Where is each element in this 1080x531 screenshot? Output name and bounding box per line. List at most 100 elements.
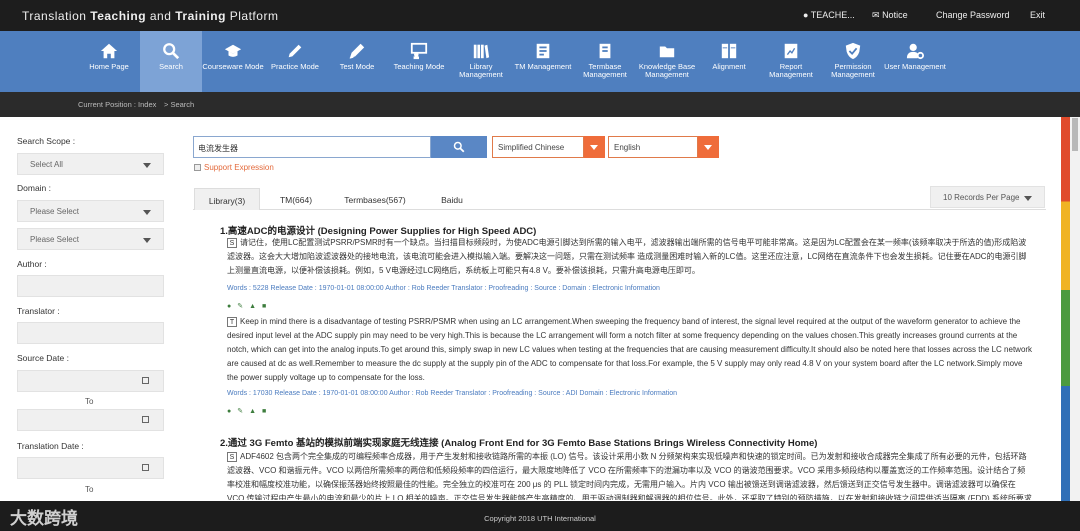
calendar-icon xyxy=(142,377,149,384)
grid-icon[interactable]: ■ xyxy=(262,408,272,415)
result-source-text: S ADF4602 包含两个完全集成的可编程频率合成器，用于产生发射和接收链路所需… xyxy=(227,450,1033,500)
calendar-icon xyxy=(142,416,149,423)
result-action-icons: ●✎▲■ xyxy=(227,407,272,415)
notice-link[interactable]: ✉ Notice xyxy=(872,10,908,21)
grid-icon[interactable]: ■ xyxy=(262,303,272,310)
nav-user-management[interactable]: User Management xyxy=(884,31,946,92)
user-icon[interactable]: ● xyxy=(227,303,237,310)
library-icon xyxy=(473,44,490,59)
user-gear-icon xyxy=(906,43,924,60)
pen-icon xyxy=(349,43,365,59)
nav-label: Search xyxy=(159,62,183,71)
teacher-icon xyxy=(410,42,428,60)
nav-permission-management[interactable]: Permission Management xyxy=(822,31,884,92)
scrollbar-track[interactable] xyxy=(1070,117,1080,501)
nav-knowledge-base-management[interactable]: Knowledge Base Management xyxy=(636,31,698,92)
source-date-from[interactable] xyxy=(17,370,164,392)
report-icon xyxy=(784,43,798,59)
tab-library[interactable]: Library(3) xyxy=(194,188,260,210)
nav-label: Courseware Mode xyxy=(202,62,264,71)
author-label: Author : xyxy=(17,259,47,269)
author-input[interactable] xyxy=(17,275,164,297)
copyright-text: Copyright 2018 UTH International xyxy=(484,514,596,523)
scrollbar-thumb[interactable] xyxy=(1072,118,1078,151)
nav-alignment[interactable]: Alignment xyxy=(698,31,760,92)
filter-sidebar: Search Scope : Select All Domain : Pleas… xyxy=(0,117,180,501)
result-title[interactable]: 1.高速ADC的电源设计 (Designing Power Supplies f… xyxy=(220,223,536,237)
source-language-toggle[interactable] xyxy=(584,136,605,158)
translation-date-from[interactable] xyxy=(17,457,164,479)
nav-teaching-mode[interactable]: Teaching Mode xyxy=(388,31,450,92)
source-tag: S xyxy=(227,238,237,248)
pencil-icon xyxy=(288,44,302,58)
support-expression-checkbox[interactable]: Support Expression xyxy=(194,163,274,172)
domain-select-value: Please Select xyxy=(30,235,79,244)
source-language-select[interactable]: Simplified Chinese xyxy=(492,136,584,158)
nav-tm-management[interactable]: TM Management xyxy=(512,31,574,92)
nav-test-mode[interactable]: Test Mode xyxy=(326,31,388,92)
tm-icon xyxy=(536,43,550,59)
title-part: and xyxy=(146,9,176,23)
tab-termbases[interactable]: Termbases(567) xyxy=(333,188,417,210)
search-input[interactable]: 电流发生器 xyxy=(193,136,431,158)
nav-practice-mode[interactable]: Practice Mode xyxy=(264,31,326,92)
chevron-down-icon xyxy=(143,210,151,215)
side-color-stripe xyxy=(1061,117,1070,501)
nav-search[interactable]: Search xyxy=(140,31,202,92)
envelope-icon: ✉ xyxy=(872,10,880,20)
notice-label: Notice xyxy=(882,10,908,20)
source-text: 请记住，使用LC配置测试PSRR/PSMR时有一个缺点。当扫描目标频段时，为使A… xyxy=(227,238,1027,275)
translator-input[interactable] xyxy=(17,322,164,344)
nav-home-page[interactable]: Home Page xyxy=(78,31,140,92)
translator-label: Translator : xyxy=(17,306,60,316)
to-label: To xyxy=(85,397,94,406)
title-part: Training xyxy=(175,9,226,23)
result-action-icons: ●✎▲■ xyxy=(227,302,272,310)
nav-label: Teaching Mode xyxy=(393,62,445,71)
tab-tm[interactable]: TM(664) xyxy=(266,188,326,210)
result-source-text: S 请记住，使用LC配置测试PSRR/PSMR时有一个缺点。当扫描目标频段时，为使… xyxy=(227,236,1033,278)
breadcrumb-index[interactable]: Current Position : Index xyxy=(78,100,156,109)
search-scope-select[interactable]: Select All xyxy=(17,153,164,175)
exit-link[interactable]: Exit xyxy=(1030,10,1045,20)
result-target-text: T Keep in mind there is a disadvantage of… xyxy=(227,315,1033,385)
target-language-toggle[interactable] xyxy=(698,136,719,158)
search-button[interactable] xyxy=(431,136,487,158)
domain-select-2[interactable]: Please Select xyxy=(17,228,164,250)
graduation-cap-icon xyxy=(224,44,242,57)
change-password-link[interactable]: Change Password xyxy=(936,10,1010,20)
result-source-meta: Words : 5228 Release Date : 1970-01-01 0… xyxy=(227,285,660,292)
alignment-icon xyxy=(721,43,737,59)
breadcrumb: Current Position : Index > Search xyxy=(0,92,1080,117)
breadcrumb-current: > Search xyxy=(164,100,195,109)
graduation-cap-icon[interactable]: ▲ xyxy=(249,408,262,415)
result-title[interactable]: 2.通过 3G Femto 基站的模拟前端实现家庭无线连接 (Analog Fr… xyxy=(220,435,817,449)
folder-icon xyxy=(659,46,675,58)
nav-label: Practice Mode xyxy=(271,62,319,71)
source-date-to[interactable] xyxy=(17,409,164,431)
edit-icon[interactable]: ✎ xyxy=(237,303,249,310)
records-per-page-select[interactable]: 10 Records Per Page xyxy=(930,186,1045,208)
graduation-cap-icon[interactable]: ▲ xyxy=(249,303,262,310)
nav-report-management[interactable]: Report Management xyxy=(760,31,822,92)
search-scope-value: Select All xyxy=(30,160,63,169)
nav-library-management[interactable]: Library Management xyxy=(450,31,512,92)
target-language-select[interactable]: English xyxy=(608,136,698,158)
nav-label: Report Management xyxy=(769,62,813,79)
tab-baidu[interactable]: Baidu xyxy=(424,188,480,210)
nav-label: Termbase Management xyxy=(583,62,627,79)
domain-select-1[interactable]: Please Select xyxy=(17,200,164,222)
target-text: Keep in mind there is a disadvantage of … xyxy=(227,317,1033,382)
nav-courseware-mode[interactable]: Courseware Mode xyxy=(202,31,264,92)
nav-label: Test Mode xyxy=(339,62,375,71)
user-icon[interactable]: ● xyxy=(227,408,237,415)
nav-label: Permission Management xyxy=(831,62,875,79)
edit-icon[interactable]: ✎ xyxy=(237,408,249,415)
nav-label: Alignment xyxy=(712,62,746,71)
user-icon: ● xyxy=(803,10,809,20)
nav-label: Library Management xyxy=(459,62,503,79)
top-bar: Translation Teaching and Training Platfo… xyxy=(0,0,1080,31)
nav-termbase-management[interactable]: Termbase Management xyxy=(574,31,636,92)
user-menu[interactable]: ● TEACHE... xyxy=(803,10,855,20)
search-scope-label: Search Scope : xyxy=(17,136,76,146)
